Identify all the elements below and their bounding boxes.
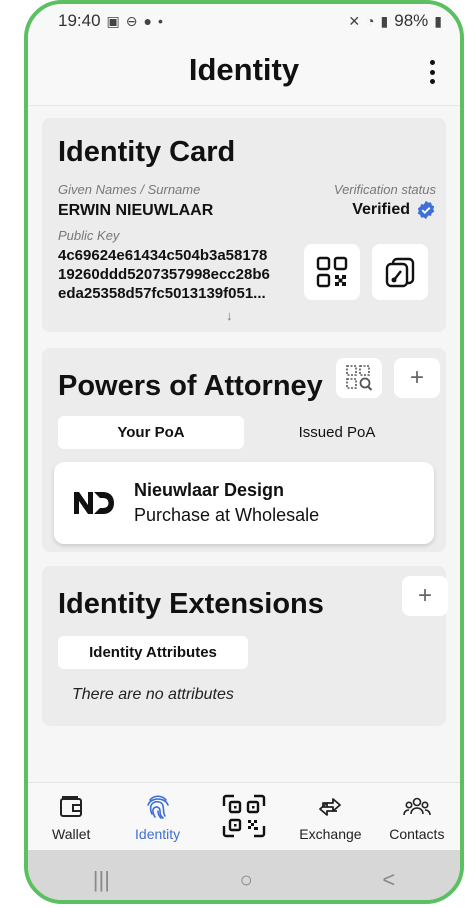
recents-button[interactable]: ||| (93, 867, 110, 893)
add-extension-button[interactable]: + (402, 576, 448, 616)
battery-percent: 98% (394, 11, 429, 30)
page-title: Identity (188, 52, 300, 87)
public-key-line-3: eda25358d57fc5013139f051... (58, 285, 266, 302)
tab-issued-poa[interactable]: Issued PoA (244, 416, 430, 449)
copy-key-button[interactable] (372, 244, 428, 300)
nav-contacts-label: Contacts (389, 826, 445, 842)
more-menu-icon[interactable] (428, 60, 436, 84)
public-key-value[interactable]: 4c69624e61434c504b3a58178 19260ddd520735… (58, 246, 308, 303)
bottom-navigation: Wallet Identity Exchange Contacts (28, 782, 460, 850)
nav-identity[interactable]: Identity (114, 783, 200, 850)
scan-poa-button[interactable] (336, 358, 382, 398)
identity-card-title: Identity Card (58, 136, 236, 168)
nav-exchange-label: Exchange (299, 826, 362, 842)
poa-title: Powers of Attorney (58, 370, 323, 402)
qr-code-icon (316, 256, 348, 288)
nav-contacts[interactable]: Contacts (374, 783, 460, 850)
account-icon: ● (143, 13, 152, 29)
qr-scan-icon (222, 794, 266, 838)
qr-search-icon (346, 365, 373, 391)
tab-identity-attributes[interactable]: Identity Attributes (58, 636, 248, 669)
add-poa-button[interactable]: + (394, 358, 440, 398)
back-button[interactable]: < (382, 867, 395, 893)
identity-extensions-card: Identity Extensions + Identity Attribute… (42, 566, 448, 726)
plus-icon: + (409, 364, 424, 391)
nav-wallet[interactable]: Wallet (28, 783, 114, 850)
public-key-line-2: 19260ddd5207357998ecc28b6 (58, 266, 270, 283)
verification-value: Verified (352, 201, 410, 218)
fingerprint-icon (146, 795, 169, 819)
show-qr-button[interactable] (304, 244, 360, 300)
phone-frame: 19:40 ▣ ⊖ ● • ✕ ◔ ▮ 98% ▮ Identity Ident… (24, 0, 464, 904)
poa-item-description: Purchase at Wholesale (134, 505, 320, 525)
wallet-icon (60, 796, 83, 817)
link-icon: ⊖ (125, 12, 138, 29)
status-time: 19:40 (58, 11, 101, 30)
identity-card: Identity Card Given Names / Surname ERWI… (42, 118, 446, 332)
empty-attributes-text: There are no attributes (72, 686, 234, 703)
nav-wallet-label: Wallet (52, 826, 91, 842)
plus-icon: + (417, 582, 432, 609)
home-button[interactable]: ○ (240, 867, 253, 893)
poa-list-item[interactable]: Nieuwlaar Design Purchase at Wholesale (54, 462, 434, 544)
exchange-icon (319, 798, 342, 816)
nav-exchange[interactable]: Exchange (287, 783, 373, 850)
verification-status: Verified (352, 200, 436, 220)
status-bar: 19:40 ▣ ⊖ ● • ✕ ◔ ▮ 98% ▮ (28, 4, 460, 38)
contacts-icon (403, 797, 431, 816)
company-logo (54, 490, 134, 516)
verification-label: Verification status (333, 182, 436, 197)
mute-icon: ✕ (348, 12, 361, 29)
extensions-title: Identity Extensions (58, 588, 324, 620)
system-navigation-bar: ||| ○ < (28, 850, 460, 900)
copy-icon (385, 257, 415, 288)
public-key-label: Public Key (58, 228, 120, 243)
dot-icon: • (157, 13, 163, 29)
name-value: ERWIN NIEUWLAAR (58, 202, 214, 219)
powers-of-attorney-card: Powers of Attorney + Your PoA Issued PoA (42, 348, 446, 552)
nav-identity-label: Identity (135, 826, 181, 842)
poa-tabs: Your PoA Issued PoA (58, 416, 430, 449)
wifi-icon: ◔ (366, 13, 375, 29)
battery-icon: ▮ (434, 12, 442, 29)
signal-icon: ▮ (380, 12, 389, 29)
nav-scan-qr[interactable] (201, 783, 287, 850)
name-label: Given Names / Surname (58, 182, 201, 197)
poa-item-name: Nieuwlaar Design (134, 480, 285, 500)
tab-your-poa[interactable]: Your PoA (58, 416, 244, 449)
verified-badge-icon (417, 200, 435, 220)
notification-icon: ▣ (106, 12, 120, 29)
public-key-line-1: 4c69624e61434c504b3a58178 (58, 247, 268, 264)
expand-key-icon[interactable]: ↓ (226, 308, 233, 323)
nd-logo-icon (74, 492, 114, 514)
app-header: Identity (28, 38, 460, 106)
